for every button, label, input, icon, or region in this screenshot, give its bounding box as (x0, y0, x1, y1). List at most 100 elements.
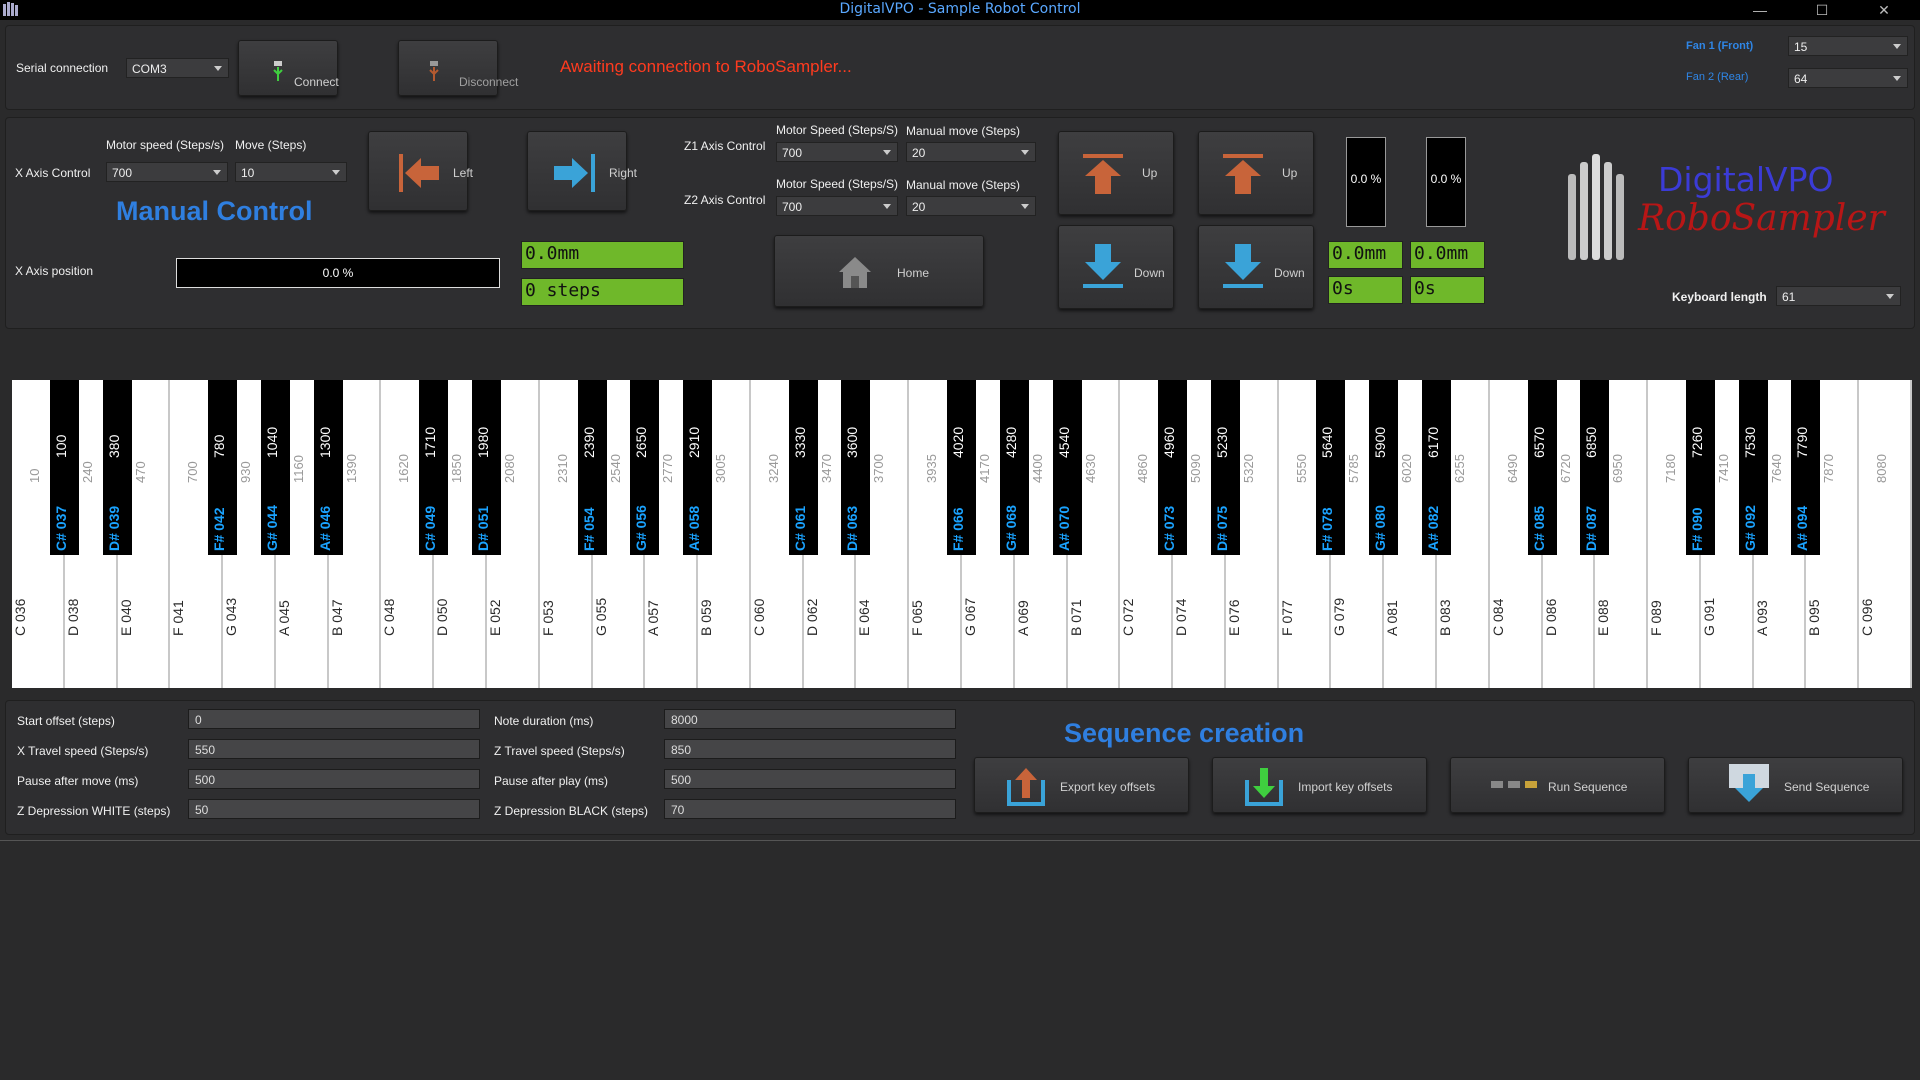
export-key-offsets-label: Export key offsets (1060, 780, 1156, 794)
black-key[interactable]: 7790 A# 094 (1791, 380, 1821, 555)
left-label: Left (453, 166, 474, 180)
black-key[interactable]: 3600 D# 063 (841, 380, 871, 555)
home-button[interactable]: Home (774, 235, 984, 307)
export-icon (1007, 768, 1045, 806)
black-key[interactable]: 6850 D# 087 (1580, 380, 1610, 555)
send-sequence-button[interactable]: Send Sequence (1688, 757, 1903, 813)
x-move-select[interactable]: 10 (235, 162, 347, 182)
black-key[interactable]: 380 D# 039 (102, 380, 132, 555)
run-sequence-label: Run Sequence (1548, 780, 1628, 794)
black-key[interactable]: 6570 C# 085 (1527, 380, 1557, 555)
pause-after-play-input[interactable]: 500 (664, 769, 956, 789)
black-key[interactable]: 1040 G# 044 (260, 380, 290, 555)
chevron-down-icon (332, 170, 340, 175)
black-key[interactable]: 2650 G# 056 (630, 380, 660, 555)
fan1-label: Fan 1 (Front) (1686, 40, 1754, 52)
manual-control-heading: Manual Control (116, 196, 313, 226)
usb-plug-icon (273, 61, 283, 81)
maximize-button[interactable]: ☐ (1792, 0, 1852, 20)
black-key[interactable]: 4280 G# 068 (999, 380, 1029, 555)
z-depression-black-input[interactable]: 70 (664, 799, 956, 819)
z2-down-label: Down (1274, 266, 1305, 280)
chevron-down-icon (883, 204, 891, 209)
pause-after-move-input[interactable]: 500 (188, 769, 480, 789)
x-motor-speed-select[interactable]: 700 (106, 162, 228, 182)
connect-button[interactable]: Connect (238, 40, 339, 96)
fan2-select[interactable]: 64 (1788, 68, 1908, 88)
arrow-down-icon (1083, 244, 1123, 288)
logo-digitalvpo: DigitalVPO (1658, 160, 1834, 199)
black-key[interactable]: 6170 A# 082 (1422, 380, 1451, 555)
arrow-up-icon (1223, 154, 1263, 194)
chevron-down-icon (1886, 294, 1894, 299)
z-travel-speed-label: Z Travel speed (Steps/s) (494, 744, 625, 758)
serial-port-select[interactable]: COM3 (126, 58, 229, 78)
keyboard-length-label: Keyboard length (1672, 290, 1767, 304)
close-button[interactable]: ✕ (1854, 0, 1914, 20)
chevron-down-icon (1021, 204, 1029, 209)
z-depression-white-input[interactable]: 50 (188, 799, 480, 819)
black-key[interactable]: 1300 A# 046 (313, 380, 343, 555)
sequence-icon (1491, 781, 1537, 788)
z2-speed-value: 700 (782, 200, 803, 214)
import-key-offsets-button[interactable]: Import key offsets (1212, 757, 1427, 813)
x-mm-display: 0.0mm (521, 241, 684, 269)
export-key-offsets-button[interactable]: Export key offsets (974, 757, 1189, 813)
disconnect-button[interactable]: Disconnect (398, 40, 518, 96)
x-travel-speed-input[interactable]: 550 (188, 739, 480, 759)
connection-panel: Serial connection COM3 Connect Disconnec… (5, 25, 1915, 110)
black-key[interactable]: 780 F# 042 (208, 380, 238, 555)
black-key[interactable]: 5900 G# 080 (1369, 380, 1399, 555)
x-axis-position-bar: 0.0 % (176, 258, 500, 288)
log-output-area[interactable] (0, 840, 1920, 1080)
window-title: DigitalVPO - Sample Robot Control (839, 1, 1081, 17)
home-label: Home (897, 266, 930, 280)
z1-axis-control-label: Z1 Axis Control (684, 139, 766, 153)
z1-down-button[interactable]: Down (1058, 225, 1174, 309)
pause-after-play-label: Pause after play (ms) (494, 774, 609, 788)
serial-connection-label: Serial connection (16, 61, 109, 75)
z1-time-display: 0s (1328, 276, 1403, 304)
fan1-select[interactable]: 15 (1788, 36, 1908, 56)
z1-position-bar: 0.0 % (1346, 137, 1386, 227)
z1-speed-select[interactable]: 700 (776, 142, 898, 162)
run-sequence-button[interactable]: Run Sequence (1450, 757, 1665, 813)
black-key[interactable]: 100 C# 037 (49, 380, 79, 555)
white-key[interactable]: 8080 C 096 (1859, 380, 1912, 688)
z2-up-button[interactable]: Up (1198, 131, 1314, 215)
keyboard-length-select[interactable]: 61 (1776, 286, 1901, 306)
note-duration-input[interactable]: 8000 (664, 709, 956, 729)
black-key[interactable]: 5640 F# 078 (1316, 380, 1346, 555)
black-key[interactable]: 1710 C# 049 (419, 380, 449, 555)
right-button[interactable]: Right (527, 131, 637, 211)
z2-speed-select[interactable]: 700 (776, 196, 898, 216)
black-key[interactable]: 4960 C# 073 (1158, 380, 1188, 555)
start-offset-input[interactable]: 0 (188, 709, 480, 729)
x-steps-display: 0 steps (521, 278, 684, 306)
fan2-value: 64 (1794, 72, 1808, 86)
z2-down-button[interactable]: Down (1198, 225, 1314, 309)
chevron-down-icon (1021, 150, 1029, 155)
disconnect-label: Disconnect (459, 75, 519, 89)
arrow-up-icon (1083, 154, 1123, 194)
minimize-button[interactable]: — (1730, 0, 1790, 20)
black-key[interactable]: 3330 C# 061 (788, 380, 818, 555)
z1-move-select[interactable]: 20 (906, 142, 1036, 162)
black-key[interactable]: 7530 G# 092 (1738, 380, 1768, 555)
black-key[interactable]: 4020 F# 066 (947, 380, 976, 555)
black-key[interactable]: 1980 D# 051 (472, 380, 501, 555)
send-icon (1729, 764, 1769, 802)
black-key[interactable]: 5230 D# 075 (1210, 380, 1240, 555)
black-key[interactable]: 7260 F# 090 (1685, 380, 1715, 555)
left-button[interactable]: Left (368, 131, 473, 211)
z2-manual-move-label: Manual move (Steps) (906, 178, 1021, 192)
z2-motor-speed-label: Motor Speed (Steps/S) (776, 177, 899, 191)
z2-move-select[interactable]: 20 (906, 196, 1036, 216)
black-key[interactable]: 2390 F# 054 (577, 380, 607, 555)
z1-up-button[interactable]: Up (1058, 131, 1174, 215)
z-travel-speed-input[interactable]: 850 (664, 739, 956, 759)
x-axis-position-value: 0.0 % (322, 266, 354, 280)
black-key[interactable]: 4540 A# 070 (1052, 380, 1082, 555)
x-axis-control-label: X Axis Control (15, 166, 91, 180)
black-key[interactable]: 2910 A# 058 (683, 380, 713, 555)
